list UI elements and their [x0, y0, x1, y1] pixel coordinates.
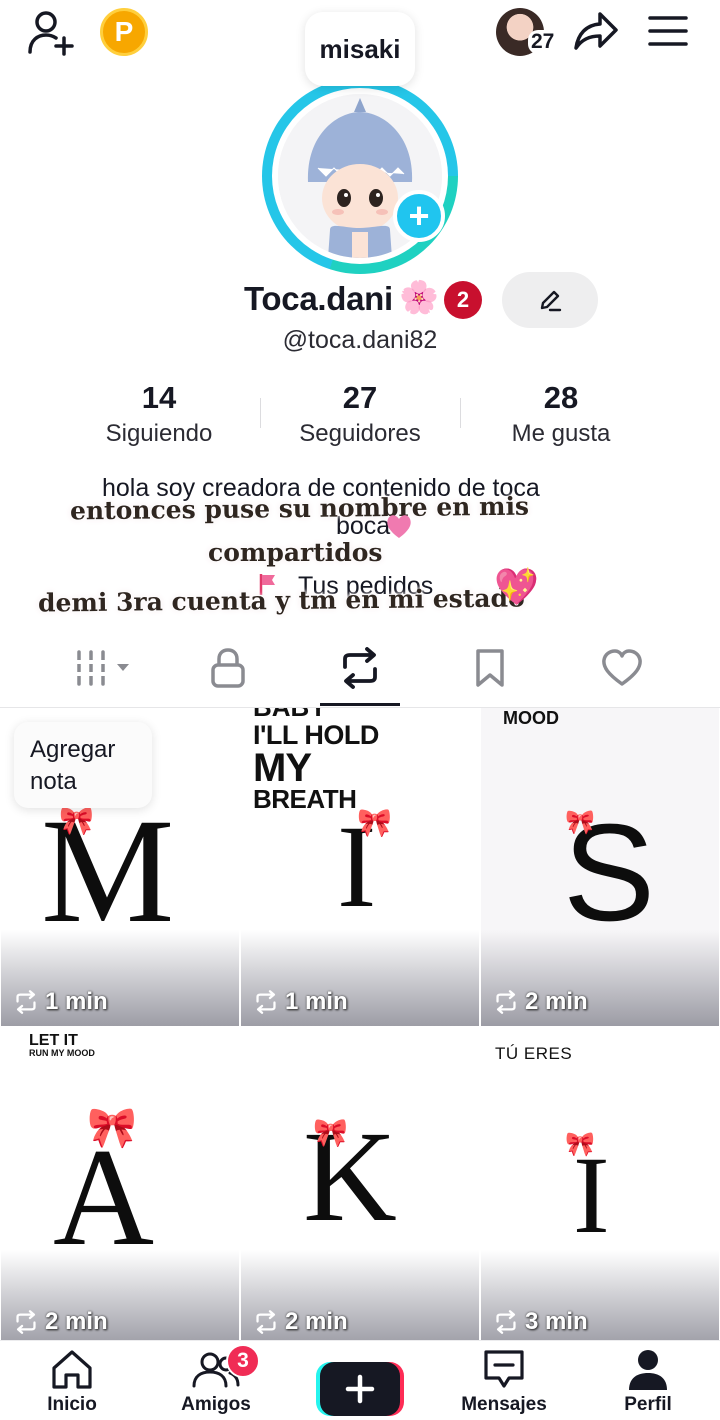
pink-bow-icon: 🎀 [565, 1131, 595, 1158]
lock-icon [211, 648, 245, 688]
pink-bow-icon: 🎀 [59, 805, 94, 836]
add-note-button[interactable]: Agregar nota [14, 722, 152, 808]
create-plus-icon [316, 1362, 404, 1416]
hamburger-menu-icon[interactable] [646, 12, 690, 50]
repost-small-icon [16, 1310, 36, 1334]
stat-likes[interactable]: 28 Me gusta [461, 380, 661, 448]
tab-private[interactable] [196, 642, 260, 694]
duration-label: 3 min [525, 1308, 588, 1335]
pencil-icon [540, 290, 562, 312]
active-tab-indicator [320, 703, 400, 706]
tile-caption: TÚ ERES [495, 1044, 573, 1063]
display-name: Toca.dani [244, 280, 393, 317]
repost-small-icon [496, 990, 516, 1014]
video-tile[interactable]: BABY I'LL HOLD MY BREATH I 🎀 1 min [241, 708, 479, 1026]
stat-followers-label: Seguidores [299, 420, 421, 447]
pink-bow-icon: 🎀 [313, 1117, 348, 1148]
stat-following-label: Siguiendo [105, 420, 213, 447]
duration-label: 2 min [45, 1308, 108, 1335]
coin-label: P [114, 16, 134, 47]
stat-following-value: 14 [141, 380, 177, 415]
notification-count: 2 [456, 287, 470, 312]
story-count: 27 [528, 30, 558, 54]
video-tile[interactable]: LET IT RUN MY MOOD A 🎀 2 min [1, 1028, 239, 1346]
video-tile[interactable]: K 🎀 2 min [241, 1028, 479, 1346]
tab-reposts[interactable] [328, 642, 392, 694]
repost-duration: 1 min [13, 988, 108, 1016]
repost-duration: 2 min [253, 1308, 348, 1336]
create-plus-button[interactable] [316, 1360, 404, 1418]
repost-duration: 2 min [13, 1308, 108, 1336]
nav-home[interactable]: Inicio [12, 1348, 132, 1416]
message-icon [484, 1350, 524, 1388]
pink-bow-icon: 🎀 [87, 1106, 137, 1150]
tile-caption: MOOD [503, 708, 559, 728]
tab-favorites[interactable] [458, 642, 522, 694]
add-story-plus-icon[interactable]: + [393, 190, 445, 242]
stat-likes-label: Me gusta [511, 420, 611, 447]
add-note-label: Agregar nota [30, 736, 116, 795]
duration-label: 2 min [525, 988, 588, 1015]
repost-small-icon [496, 1310, 516, 1334]
sparkling-heart-emoji: 💖 [494, 566, 539, 607]
stat-followers-value: 27 [342, 380, 378, 415]
home-icon [52, 1350, 92, 1389]
video-tile[interactable]: MOOD S 🎀 2 min [481, 708, 719, 1026]
tile-caption-line-2: RUN MY MOOD [29, 1048, 95, 1058]
repost-duration: 3 min [493, 1308, 588, 1336]
tab-videos[interactable] [72, 642, 136, 694]
duration-label: 1 min [285, 988, 348, 1015]
nickname-bubble[interactable]: misaki [305, 12, 415, 86]
heart-icon [602, 649, 642, 686]
repost-small-icon [256, 990, 276, 1014]
repost-small-icon [16, 990, 36, 1014]
repost-small-icon [256, 1310, 276, 1334]
notification-badge[interactable]: 2 [444, 281, 482, 319]
nav-friends-label: Amigos [181, 1394, 251, 1415]
add-friend-icon[interactable] [26, 8, 78, 56]
nav-profile-label: Perfil [624, 1394, 672, 1415]
profile-icon [629, 1350, 667, 1390]
nav-home-label: Inicio [47, 1394, 97, 1415]
edit-profile-button[interactable] [502, 272, 598, 328]
video-tile[interactable]: TÚ ERES I 🎀 3 min [481, 1028, 719, 1346]
overlay-text-line-2: compartidos [208, 538, 383, 567]
stat-likes-value: 28 [543, 380, 579, 415]
cherry-blossom-emoji: 🌸 [399, 279, 439, 315]
bookmark-icon [476, 649, 504, 687]
username: @toca.dani82 [282, 326, 438, 354]
pink-bow-icon: 🎀 [357, 807, 392, 838]
repost-duration: 1 min [253, 988, 348, 1016]
stat-following[interactable]: 14 Siguiendo [59, 380, 259, 448]
friends-badge-count: 3 [237, 1349, 249, 1372]
repost-duration: 2 min [493, 988, 588, 1016]
nav-messages[interactable]: Mensajes [444, 1348, 564, 1416]
duration-label: 2 min [285, 1308, 348, 1335]
friends-badge: 3 [226, 1344, 260, 1378]
repost-icon [343, 647, 377, 689]
nav-profile[interactable]: Perfil [588, 1348, 708, 1416]
coin-icon[interactable]: P [100, 8, 148, 56]
overlay-text-line-1: entonces puse su nombre en mis [69, 491, 530, 526]
stat-followers[interactable]: 27 Seguidores [260, 380, 460, 448]
grid-columns-icon [73, 650, 129, 686]
duration-label: 1 min [45, 988, 108, 1015]
pink-bow-icon: 🎀 [565, 809, 595, 836]
sparkle-heart-small [384, 512, 414, 540]
nav-messages-label: Mensajes [461, 1394, 547, 1415]
overlay-text-line-3: demi 3ra cuenta y tm en mi estado [37, 583, 525, 618]
share-arrow-icon[interactable] [572, 8, 620, 54]
tile-caption-top: BABY [253, 708, 327, 720]
tab-liked[interactable] [590, 642, 654, 694]
nickname-text: misaki [319, 33, 401, 64]
